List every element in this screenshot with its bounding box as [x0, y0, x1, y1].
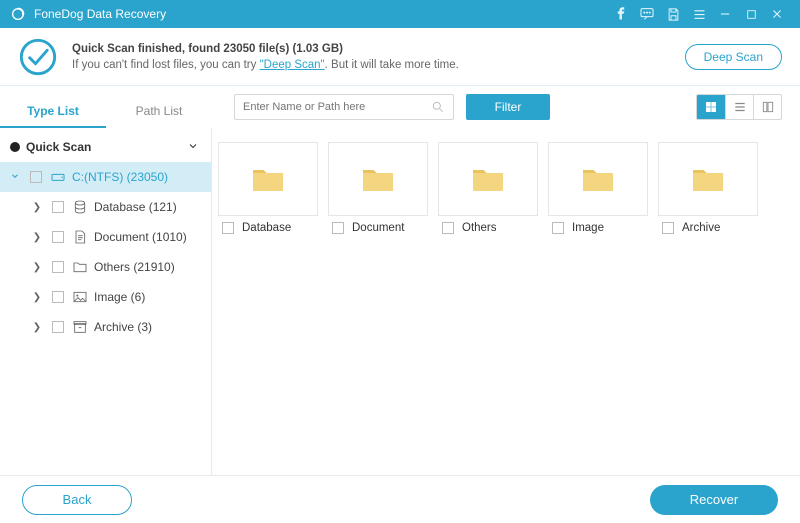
search-input[interactable]: [243, 101, 431, 113]
toolbar: Type List Path List Filter: [0, 86, 800, 128]
checkbox[interactable]: [52, 261, 64, 273]
view-detail-button[interactable]: [753, 95, 781, 119]
tree-child-document[interactable]: ❯ Document (1010): [0, 222, 211, 252]
checkbox[interactable]: [662, 222, 674, 234]
folder-icon: [548, 142, 648, 216]
tree-child-label: Archive (3): [94, 320, 152, 334]
view-mode-switch: [696, 94, 782, 120]
tree-child-image[interactable]: ❯ Image (6): [0, 282, 211, 312]
checkbox[interactable]: [52, 291, 64, 303]
close-button[interactable]: [764, 0, 790, 28]
back-button[interactable]: Back: [22, 485, 132, 515]
file-grid: Database Document Others Image Archive: [212, 128, 800, 475]
checkbox[interactable]: [222, 222, 234, 234]
hint-post: . But it will take more time.: [325, 59, 459, 71]
tree-child-label: Others (21910): [94, 260, 175, 274]
chevron-right-icon: ❯: [30, 292, 44, 303]
footer: Back Recover: [0, 475, 800, 523]
search-box[interactable]: [234, 94, 454, 120]
tree-root-quick-scan[interactable]: Quick Scan: [0, 132, 211, 162]
checkbox[interactable]: [442, 222, 454, 234]
folder-tile-others[interactable]: Others: [438, 142, 538, 234]
checkbox[interactable]: [52, 231, 64, 243]
tree-drive-label: C:(NTFS) (23050): [72, 170, 168, 184]
scan-summary: Quick Scan finished, found 23050 file(s)…: [72, 43, 685, 55]
database-icon: [72, 199, 88, 215]
main-area: Quick Scan C:(NTFS) (23050) ❯ Database (…: [0, 128, 800, 475]
sidebar-tree: Quick Scan C:(NTFS) (23050) ❯ Database (…: [0, 128, 212, 475]
minimize-button[interactable]: [712, 0, 738, 28]
deep-scan-button[interactable]: Deep Scan: [685, 44, 782, 70]
tab-path-list[interactable]: Path List: [106, 104, 212, 128]
tree-child-label: Image (6): [94, 290, 145, 304]
check-complete-icon: [18, 37, 58, 77]
sidebar-tabs: Type List Path List: [0, 86, 212, 128]
checkbox[interactable]: [52, 201, 64, 213]
app-title: FoneDog Data Recovery: [34, 7, 166, 21]
tile-label: Image: [572, 222, 604, 234]
view-list-button[interactable]: [725, 95, 753, 119]
chevron-down-icon: [187, 140, 199, 155]
document-icon: [72, 229, 88, 245]
tree-child-others[interactable]: ❯ Others (21910): [0, 252, 211, 282]
title-bar: FoneDog Data Recovery: [0, 0, 800, 28]
folder-tile-database[interactable]: Database: [218, 142, 318, 234]
tree-child-database[interactable]: ❯ Database (121): [0, 192, 211, 222]
folder-tile-image[interactable]: Image: [548, 142, 648, 234]
menu-icon[interactable]: [686, 0, 712, 28]
tree-child-archive[interactable]: ❯ Archive (3): [0, 312, 211, 342]
checkbox[interactable]: [30, 171, 42, 183]
tile-label: Database: [242, 222, 291, 234]
tile-label: Document: [352, 222, 404, 234]
deep-scan-link[interactable]: "Deep Scan": [260, 59, 325, 71]
folder-icon: [218, 142, 318, 216]
checkbox[interactable]: [52, 321, 64, 333]
filter-button[interactable]: Filter: [466, 94, 550, 120]
chevron-right-icon: ❯: [30, 202, 44, 213]
chevron-down-icon: [8, 171, 22, 184]
chevron-right-icon: ❯: [30, 322, 44, 333]
facebook-icon[interactable]: [608, 0, 634, 28]
tree-child-label: Database (121): [94, 200, 177, 214]
tree-root-label: Quick Scan: [26, 140, 91, 154]
image-icon: [72, 289, 88, 305]
folder-icon: [438, 142, 538, 216]
search-icon: [431, 100, 445, 114]
drive-icon: [50, 169, 66, 185]
checkbox[interactable]: [552, 222, 564, 234]
folder-tile-document[interactable]: Document: [328, 142, 428, 234]
hint-pre: If you can't find lost files, you can tr…: [72, 59, 260, 71]
recover-button[interactable]: Recover: [650, 485, 778, 515]
tree-child-label: Document (1010): [94, 230, 187, 244]
maximize-button[interactable]: [738, 0, 764, 28]
tile-label: Others: [462, 222, 497, 234]
save-icon[interactable]: [660, 0, 686, 28]
checkbox[interactable]: [332, 222, 344, 234]
app-logo-icon: [10, 6, 26, 22]
scan-hint: If you can't find lost files, you can tr…: [72, 59, 685, 71]
folder-tile-archive[interactable]: Archive: [658, 142, 758, 234]
feedback-icon[interactable]: [634, 0, 660, 28]
archive-icon: [72, 319, 88, 335]
tile-label: Archive: [682, 222, 720, 234]
scan-status-banner: Quick Scan finished, found 23050 file(s)…: [0, 28, 800, 86]
folder-icon: [658, 142, 758, 216]
view-grid-button[interactable]: [697, 95, 725, 119]
folder-icon: [72, 259, 88, 275]
folder-icon: [328, 142, 428, 216]
bullet-icon: [10, 142, 20, 152]
chevron-right-icon: ❯: [30, 232, 44, 243]
chevron-right-icon: ❯: [30, 262, 44, 273]
tree-drive-c[interactable]: C:(NTFS) (23050): [0, 162, 211, 192]
tab-type-list[interactable]: Type List: [0, 104, 106, 128]
